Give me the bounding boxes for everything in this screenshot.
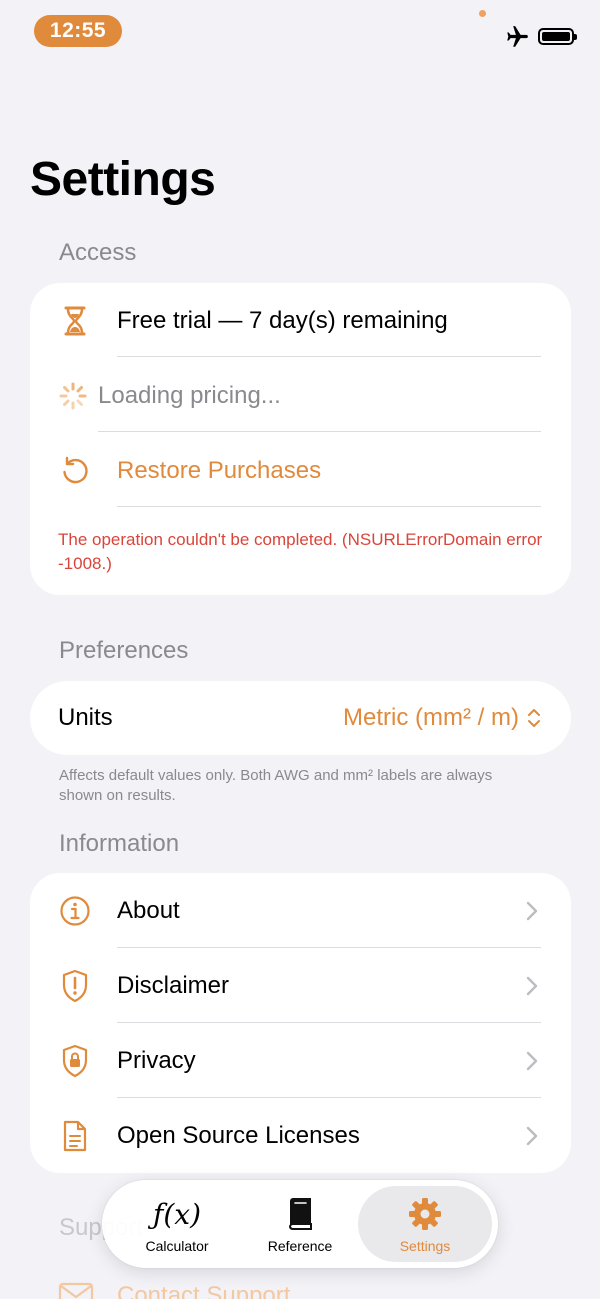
airplane-mode-icon bbox=[507, 26, 528, 47]
divider bbox=[98, 431, 541, 432]
tab-settings[interactable]: Settings bbox=[358, 1186, 492, 1262]
about-row[interactable]: About bbox=[30, 873, 571, 948]
section-header-access: Access bbox=[59, 239, 137, 266]
section-header-information: Information bbox=[59, 830, 180, 857]
tab-reference[interactable]: Reference bbox=[237, 1186, 363, 1262]
loading-spinner-icon bbox=[56, 379, 90, 413]
chevron-right-icon bbox=[526, 1126, 538, 1145]
tab-settings-label: Settings bbox=[399, 1238, 451, 1254]
contact-support-row[interactable]: Contact Support bbox=[30, 1272, 571, 1299]
hourglass-icon bbox=[58, 304, 92, 338]
units-picker[interactable]: Units Metric (mm² / m) bbox=[30, 681, 571, 755]
status-time: 12:55 bbox=[34, 15, 122, 47]
disclaimer-row[interactable]: Disclaimer bbox=[30, 948, 571, 1023]
divider bbox=[117, 506, 541, 507]
units-label: Units bbox=[58, 704, 113, 731]
restore-purchases-label: Restore Purchases bbox=[117, 456, 322, 484]
tab-calculator[interactable]: ƒ(x) Calculator bbox=[114, 1186, 240, 1262]
status-bar: 12:55 bbox=[0, 0, 600, 60]
loading-pricing-row: Loading pricing... bbox=[30, 358, 571, 433]
privacy-label: Privacy bbox=[117, 1046, 196, 1074]
about-label: About bbox=[117, 896, 180, 924]
gear-icon bbox=[407, 1196, 443, 1232]
envelope-icon bbox=[58, 1282, 94, 1299]
disclaimer-label: Disclaimer bbox=[117, 971, 230, 999]
page-title: Settings bbox=[30, 153, 216, 206]
tab-bar: ƒ(x) Calculator Reference Settings bbox=[102, 1180, 498, 1268]
contact-support-label: Contact Support bbox=[117, 1282, 291, 1299]
open-source-licenses-row[interactable]: Open Source Licenses bbox=[30, 1098, 571, 1173]
shield-lock-icon bbox=[58, 1044, 92, 1078]
access-card: Free trial — 7 day(s) remaining Loading … bbox=[30, 283, 571, 595]
divider bbox=[117, 356, 541, 357]
chevron-right-icon bbox=[526, 901, 538, 920]
book-icon bbox=[286, 1196, 314, 1232]
loading-pricing-label: Loading pricing... bbox=[98, 381, 281, 409]
restore-arrow-icon bbox=[58, 454, 92, 488]
open-source-licenses-label: Open Source Licenses bbox=[117, 1121, 360, 1149]
shield-exclamation-icon bbox=[58, 969, 92, 1003]
trial-status-label: Free trial — 7 day(s) remaining bbox=[117, 306, 448, 334]
restore-purchases-button[interactable]: Restore Purchases bbox=[30, 433, 571, 508]
chevron-up-down-icon bbox=[528, 709, 540, 727]
trial-status-row: Free trial — 7 day(s) remaining bbox=[30, 283, 571, 358]
units-footnote: Affects default values only. Both AWG an… bbox=[59, 767, 493, 804]
section-header-preferences: Preferences bbox=[59, 637, 189, 664]
tab-reference-label: Reference bbox=[267, 1238, 333, 1254]
document-icon bbox=[58, 1119, 92, 1153]
privacy-indicator-dot bbox=[479, 10, 486, 17]
error-message: The operation couldn't be completed. (NS… bbox=[58, 530, 543, 573]
information-card: About Disclaimer Privacy Open Source Lic… bbox=[30, 873, 571, 1173]
units-value: Metric (mm² / m) bbox=[343, 704, 519, 731]
function-icon: ƒ(x) bbox=[152, 1197, 201, 1231]
info-circle-icon bbox=[58, 894, 92, 928]
chevron-right-icon bbox=[526, 976, 538, 995]
chevron-right-icon bbox=[526, 1051, 538, 1070]
tab-calculator-label: Calculator bbox=[145, 1238, 209, 1254]
privacy-row[interactable]: Privacy bbox=[30, 1023, 571, 1098]
battery-icon bbox=[538, 28, 577, 45]
